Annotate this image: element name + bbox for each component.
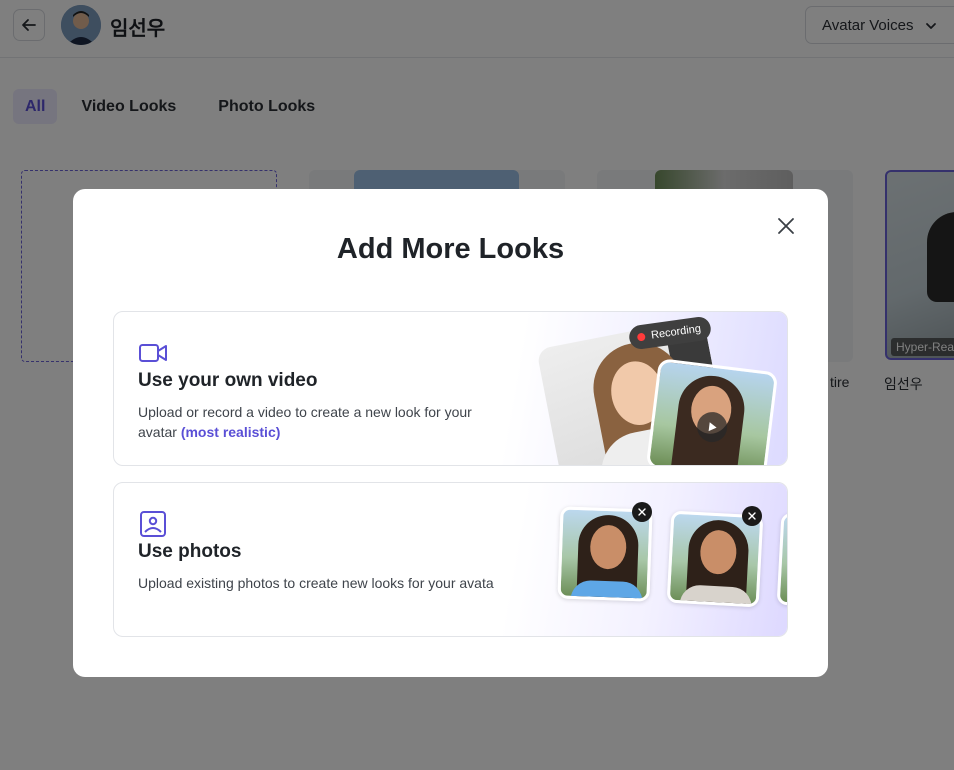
photos-illustration	[494, 483, 787, 636]
recording-badge-label: Recording	[650, 322, 702, 342]
sample-photo	[776, 512, 787, 610]
video-camera-icon	[139, 344, 167, 362]
video-illustration: Recording	[494, 312, 787, 465]
video-preview-image	[645, 358, 779, 465]
remove-photo-icon	[742, 506, 762, 526]
option-title: Use your own video	[138, 370, 318, 391]
modal-title: Add More Looks	[336, 233, 565, 265]
most-realistic-highlight: (most realistic)	[180, 424, 281, 440]
use-photos-option[interactable]: Use photos Upload existing photos to cre…	[113, 482, 788, 637]
option-description: Upload existing photos to create new loo…	[138, 575, 499, 591]
option-title: Use photos	[138, 541, 242, 562]
use-video-option[interactable]: Use your own video Upload or record a vi…	[113, 311, 788, 466]
option-description: Upload or record a video to create a new…	[138, 402, 508, 442]
remove-photo-icon	[632, 502, 652, 522]
add-looks-modal: Add More Looks Use your own video Upload…	[73, 189, 828, 677]
image-icon	[140, 511, 166, 537]
record-dot-icon	[636, 332, 646, 342]
